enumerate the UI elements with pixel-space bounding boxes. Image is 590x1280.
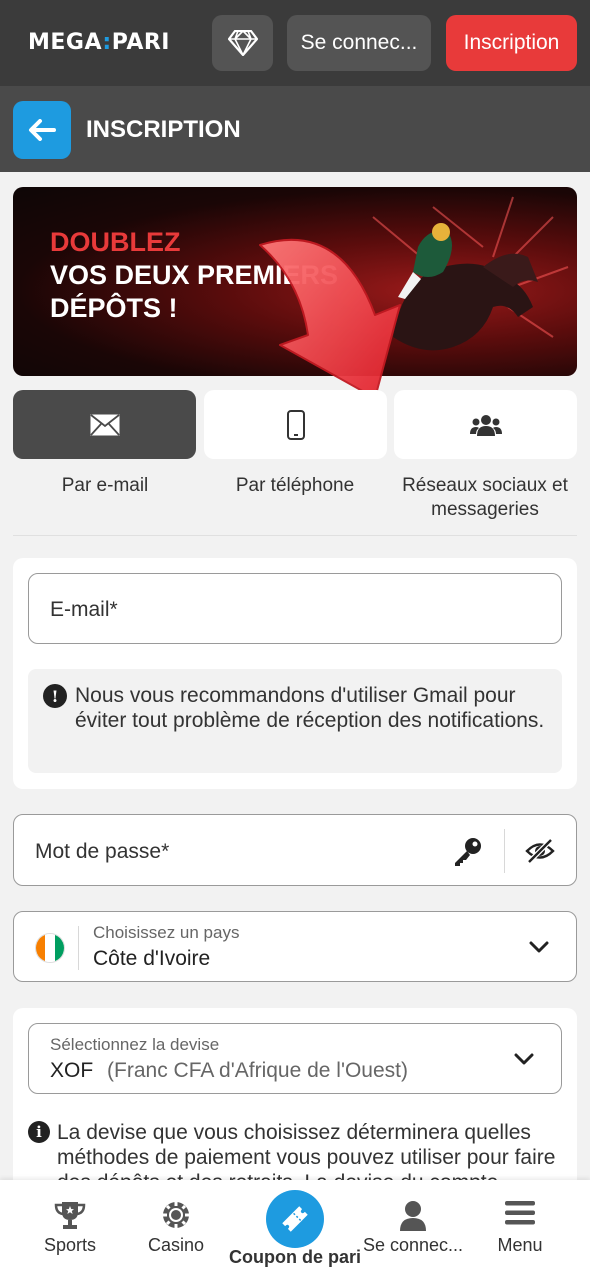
tab-phone[interactable] bbox=[204, 390, 387, 459]
chevron-down-icon bbox=[529, 941, 549, 953]
flag-stripe-white bbox=[45, 934, 55, 962]
tabs-divider bbox=[13, 535, 577, 536]
top-bar: MEGA:PARI Se connec... Inscription bbox=[0, 0, 590, 86]
currency-name: (Franc CFA d'Afrique de l'Ouest) bbox=[107, 1059, 408, 1082]
trophy-icon bbox=[54, 1202, 86, 1229]
tab-email[interactable] bbox=[13, 390, 196, 459]
email-card: E-mail* ! Nous vous recommandons d'utili… bbox=[13, 558, 577, 789]
users-icon bbox=[469, 414, 502, 436]
gmail-notice-text: Nous vous recommandons d'utiliser Gmail … bbox=[75, 684, 545, 732]
chevron-down-icon bbox=[514, 1053, 534, 1065]
currency-label: Sélectionnez la devise bbox=[50, 1035, 220, 1054]
currency-value: XOF (Franc CFA d'Afrique de l'Ouest) bbox=[50, 1059, 408, 1083]
login-button[interactable]: Se connec... bbox=[287, 15, 431, 71]
password-field[interactable]: Mot de passe* bbox=[13, 814, 577, 886]
nav-login[interactable]: Se connec... bbox=[358, 1180, 468, 1280]
logo-dot: : bbox=[102, 30, 112, 55]
register-button[interactable]: Inscription bbox=[446, 15, 577, 71]
ticket-icon bbox=[282, 1206, 308, 1232]
nav-sports[interactable]: Sports bbox=[15, 1180, 125, 1280]
nav-menu[interactable]: Menu bbox=[465, 1180, 575, 1280]
currency-code: XOF bbox=[50, 1059, 94, 1082]
diamond-icon bbox=[227, 30, 258, 56]
nav-coupon-button[interactable] bbox=[266, 1190, 324, 1248]
flag-stripe-green bbox=[54, 934, 64, 962]
password-divider bbox=[504, 829, 505, 873]
tab-social-label[interactable]: Réseaux sociaux et messageries bbox=[390, 474, 580, 522]
back-button[interactable] bbox=[13, 101, 71, 159]
nav-casino[interactable]: Casino bbox=[121, 1180, 231, 1280]
casino-chip-icon bbox=[163, 1202, 189, 1228]
info-icon: ! bbox=[43, 684, 67, 708]
logo-text-right: PARI bbox=[111, 30, 170, 55]
user-icon bbox=[400, 1201, 426, 1231]
gmail-notice: ! Nous vous recommandons d'utiliser Gmai… bbox=[28, 669, 562, 773]
tab-email-label[interactable]: Par e-mail bbox=[10, 474, 200, 498]
country-flag bbox=[35, 933, 65, 963]
banner-headline-red: DOUBLEZ bbox=[50, 227, 181, 257]
eye-slash-icon[interactable] bbox=[525, 837, 555, 865]
flag-stripe-orange bbox=[36, 934, 46, 962]
envelope-icon bbox=[89, 413, 120, 436]
nav-login-label: Se connec... bbox=[362, 1235, 464, 1255]
banner-headline-white-2: DÉPÔTS ! bbox=[50, 293, 178, 323]
logo-text-left: MEGA bbox=[28, 30, 103, 55]
arrow-left-icon bbox=[29, 119, 56, 141]
hamburger-icon bbox=[505, 1201, 535, 1225]
red-arrow-annotation bbox=[259, 238, 401, 399]
phone-icon bbox=[286, 409, 305, 440]
megapari-logo[interactable]: MEGA:PARI bbox=[28, 30, 170, 55]
tab-phone-label[interactable]: Par téléphone bbox=[200, 474, 390, 498]
email-placeholder: E-mail* bbox=[50, 598, 118, 621]
country-label: Choisissez un pays bbox=[93, 923, 240, 942]
nav-menu-label: Menu bbox=[497, 1235, 543, 1255]
vip-button[interactable] bbox=[212, 15, 273, 71]
nav-coupon-label[interactable]: Coupon de pari bbox=[225, 1247, 365, 1268]
email-field[interactable]: E-mail* bbox=[28, 573, 562, 644]
key-icon[interactable] bbox=[452, 835, 484, 867]
password-placeholder: Mot de passe* bbox=[35, 840, 170, 863]
nav-casino-label: Casino bbox=[147, 1235, 205, 1255]
tab-social[interactable] bbox=[394, 390, 577, 459]
country-divider bbox=[78, 926, 79, 970]
page-header: INSCRIPTION bbox=[0, 86, 590, 172]
country-value: Côte d'Ivoire bbox=[93, 947, 211, 970]
currency-card: Sélectionnez la devise XOF (Franc CFA d'… bbox=[13, 1008, 577, 1208]
info-icon: i bbox=[28, 1121, 50, 1143]
currency-select[interactable]: Sélectionnez la devise XOF (Franc CFA d'… bbox=[28, 1023, 562, 1094]
nav-sports-label: Sports bbox=[43, 1235, 97, 1255]
country-select[interactable]: Choisissez un pays Côte d'Ivoire bbox=[13, 911, 577, 982]
page-title: INSCRIPTION bbox=[86, 116, 241, 143]
